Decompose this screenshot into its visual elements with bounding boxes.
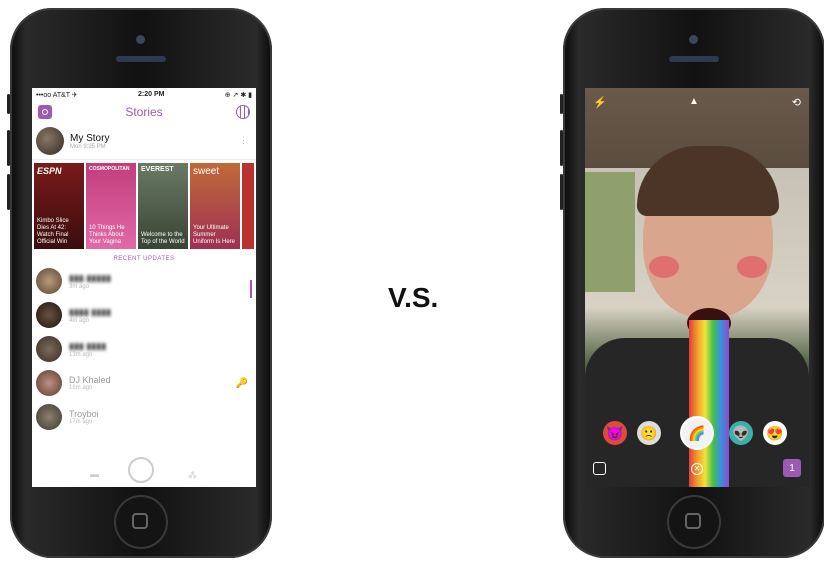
stories-count-badge[interactable]: 1: [783, 459, 801, 477]
rainbow-lens-effect: [689, 320, 729, 487]
camera-icon[interactable]: [38, 105, 52, 119]
discover-tiles: ESPN Kimbo Slice Dies At 42: Watch Final…: [32, 160, 256, 251]
avatar: [36, 404, 62, 430]
mute-switch: [7, 94, 10, 114]
home-button[interactable]: [114, 495, 168, 549]
bottom-nav: ▬ ⁂: [32, 457, 256, 487]
tile-caption: Welcome to the Top of the World: [141, 232, 185, 245]
list-item[interactable]: Troyboi 17m ago: [32, 400, 256, 434]
tile-caption: 10 Things He Thinks About Your Vagina: [89, 225, 125, 245]
discover-tile[interactable]: [242, 163, 254, 249]
avatar: [36, 336, 62, 362]
front-camera: [136, 35, 145, 44]
friend-name: ▮▮▮ ▮▮▮▮▮: [69, 272, 112, 283]
right-phone: ⚡ ▲ ⟲ 😈 🙁 🌈 👽 😍 ✕ 1: [560, 8, 824, 558]
lens-option[interactable]: 😍: [763, 421, 787, 445]
ghost-icon[interactable]: ▲: [689, 96, 699, 107]
list-item[interactable]: ▮▮▮ ▮▮▮▮▮ 3m ago: [32, 264, 256, 298]
avatar: [36, 127, 64, 155]
tile-brand: COSMOPOLITAN: [89, 166, 130, 172]
tile-brand: EVEREST: [141, 166, 174, 173]
list-item[interactable]: DJ Khaled 16m ago 🔑: [32, 366, 256, 400]
memories-icon[interactable]: [593, 462, 606, 475]
lens-option-selected[interactable]: 🌈: [680, 416, 714, 450]
discover-tile[interactable]: sweet Your Ultimate Summer Uniform Is He…: [190, 163, 240, 249]
subject-hair: [637, 146, 779, 216]
my-story-row[interactable]: My Story Mon 9:25 PM ⋮: [32, 123, 256, 160]
discover-tile[interactable]: ESPN Kimbo Slice Dies At 42: Watch Final…: [34, 163, 84, 249]
cheek-blush: [737, 256, 767, 278]
update-time: 17m ago: [69, 419, 93, 425]
front-camera: [689, 35, 698, 44]
carrier-label: •••oo AT&T ✈: [36, 91, 78, 99]
status-icons: ⊕ ↗ ✱ ▮: [224, 91, 252, 99]
page-title: Stories: [125, 105, 163, 119]
volume-down-button: [560, 174, 563, 210]
tile-caption: Your Ultimate Summer Uniform Is Here: [193, 225, 236, 245]
stories-icon[interactable]: ⁂: [188, 470, 197, 481]
flash-icon[interactable]: ⚡: [593, 96, 607, 109]
update-time: 13m ago: [69, 351, 93, 358]
lens-carousel: 😈 🙁 🌈 👽 😍: [585, 416, 809, 451]
recent-updates-heading: RECENT UPDATES: [113, 256, 175, 262]
mute-switch: [560, 94, 563, 114]
my-story-time: Mon 9:25 PM: [70, 143, 106, 150]
earpiece-speaker: [669, 56, 719, 62]
status-bar: •••oo AT&T ✈ 2:20 PM ⊕ ↗ ✱ ▮: [32, 88, 256, 101]
home-button[interactable]: [667, 495, 721, 549]
my-story-label: My Story: [70, 132, 110, 144]
camera-viewfinder[interactable]: ⚡ ▲ ⟲ 😈 🙁 🌈 👽 😍 ✕ 1: [585, 88, 809, 487]
friend-name: DJ Khaled: [69, 375, 111, 385]
discover-tile[interactable]: COSMOPOLITAN 10 Things He Thinks About Y…: [86, 163, 136, 249]
list-item[interactable]: ▮▮▮ ▮▮▮▮ 13m ago: [32, 332, 256, 366]
volume-up-button: [560, 130, 563, 166]
volume-up-button: [7, 130, 10, 166]
lens-option[interactable]: 🙁: [637, 421, 661, 445]
left-phone: •••oo AT&T ✈ 2:20 PM ⊕ ↗ ✱ ▮ Stories My …: [7, 8, 272, 558]
friend-name: ▮▮▮ ▮▮▮▮: [69, 340, 107, 351]
cheek-blush: [649, 256, 679, 278]
avatar: [36, 268, 62, 294]
flip-camera-icon[interactable]: ⟲: [792, 96, 801, 109]
update-time: 3m ago: [69, 283, 90, 290]
stories-screen: •••oo AT&T ✈ 2:20 PM ⊕ ↗ ✱ ▮ Stories My …: [32, 88, 256, 487]
volume-down-button: [7, 174, 10, 210]
friend-name: ▮▮▮▮ ▮▮▮▮: [69, 306, 112, 317]
lens-option[interactable]: 😈: [603, 421, 627, 445]
friend-name: Troyboi: [69, 409, 99, 419]
tile-brand: sweet: [193, 166, 220, 177]
chat-icon[interactable]: ▬: [90, 469, 99, 479]
background-window: [585, 172, 635, 292]
tile-brand: ESPN: [37, 166, 62, 176]
discover-icon[interactable]: [235, 105, 250, 119]
earpiece-speaker: [116, 56, 166, 62]
update-time: 16m ago: [69, 385, 93, 391]
update-time: 4m ago: [69, 317, 90, 324]
avatar: [36, 302, 62, 328]
capture-button[interactable]: [128, 457, 154, 483]
close-lens-icon[interactable]: ✕: [691, 463, 703, 475]
list-item[interactable]: ▮▮▮▮ ▮▮▮▮ 4m ago: [32, 298, 256, 332]
clock-label: 2:20 PM: [138, 91, 165, 98]
avatar: [36, 370, 62, 396]
discover-tile[interactable]: EVEREST Welcome to the Top of the World: [138, 163, 188, 249]
more-icon[interactable]: ⋮: [239, 135, 248, 146]
key-icon: 🔑: [235, 378, 248, 389]
lens-option[interactable]: 👽: [729, 421, 753, 445]
stories-header: Stories: [32, 101, 256, 123]
tile-caption: Kimbo Slice Dies At 42: Watch Final Offi…: [37, 218, 69, 245]
versus-label: V.S.: [388, 282, 439, 313]
